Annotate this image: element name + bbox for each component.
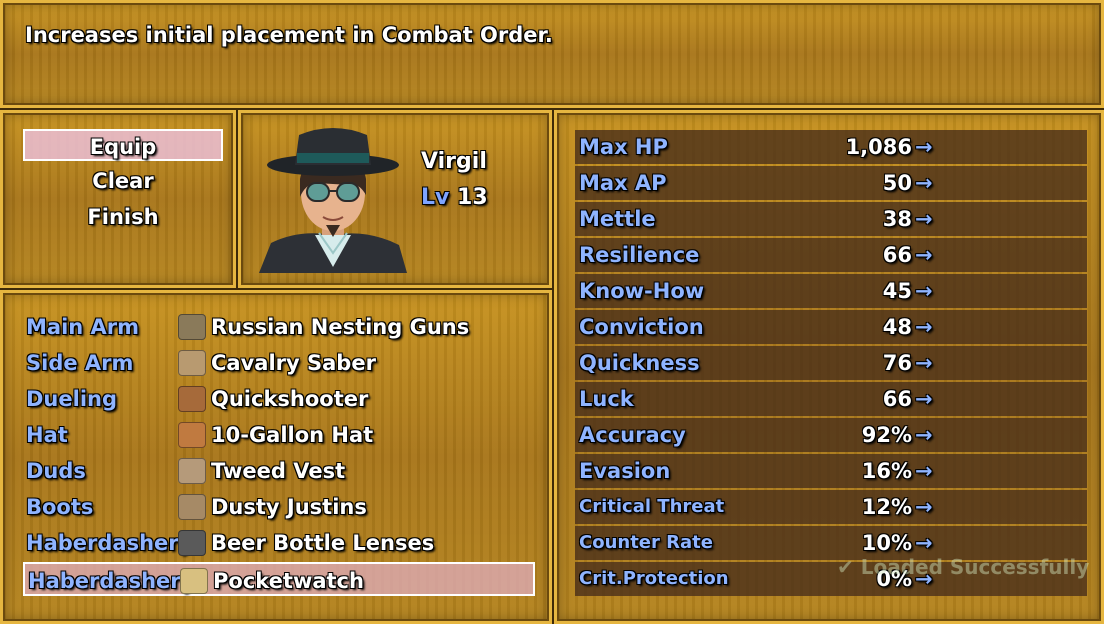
stat-row: Quickness 76 → <box>575 346 1087 380</box>
stat-label: Crit.Protection <box>579 568 729 589</box>
arrow-right-icon: → <box>915 243 933 267</box>
equip-slot-row[interactable]: Hat 10-Gallon Hat <box>23 418 535 452</box>
item-name: Cavalry Saber <box>211 351 376 375</box>
actor-name: Virgil <box>421 149 487 174</box>
actor-level: Lv 13 <box>421 185 488 210</box>
stat-row: Max HP 1,086 → <box>575 130 1087 164</box>
stat-row: Know-How 45 → <box>575 274 1087 308</box>
arrow-right-icon: → <box>915 495 933 519</box>
equip-command[interactable]: Equip <box>23 129 223 161</box>
arrow-right-icon: → <box>915 459 933 483</box>
slot-label: Main Arm <box>26 315 140 339</box>
slot-label: Duds <box>26 459 86 483</box>
glasses-icon <box>178 530 206 556</box>
item-name: Pocketwatch <box>213 569 364 593</box>
stat-label: Evasion <box>579 459 671 483</box>
stat-row: Mettle 38 → <box>575 202 1087 236</box>
stat-label: Counter Rate <box>579 532 713 553</box>
slot-label: Hat <box>26 423 68 447</box>
item-name: Tweed Vest <box>211 459 346 483</box>
stat-label: Quickness <box>579 351 700 375</box>
stat-value: 92% <box>861 423 912 447</box>
stat-row: Critical Threat 12% → <box>575 490 1087 524</box>
stat-value: 66 <box>882 387 912 411</box>
arrow-right-icon: → <box>915 171 933 195</box>
stat-value: 16% <box>861 459 912 483</box>
item-name: Quickshooter <box>211 387 369 411</box>
arrow-right-icon: → <box>915 315 933 339</box>
stat-row: Accuracy 92% → <box>575 418 1087 452</box>
equipment-slot-window: Main Arm Russian Nesting Guns Side Arm Cav… <box>0 290 552 624</box>
stat-row: Resilience 66 → <box>575 238 1087 272</box>
help-window: Increases initial placement in Combat Or… <box>0 0 1104 108</box>
arrow-right-icon: → <box>915 135 933 159</box>
actor-window: Virgil Lv 13 <box>238 110 552 288</box>
slot-label: Haberdashery <box>26 531 193 555</box>
item-name: 10-Gallon Hat <box>211 423 374 447</box>
equip-slot-row[interactable]: Haberdashery Beer Bottle Lenses <box>23 526 535 560</box>
slot-label: Boots <box>26 495 94 519</box>
pocketwatch-icon <box>180 568 208 594</box>
equip-slot-row[interactable]: Main Arm Russian Nesting Guns <box>23 310 535 344</box>
level-label: Lv <box>421 185 450 210</box>
arrow-right-icon: → <box>915 279 933 303</box>
vest-icon <box>178 458 206 484</box>
stat-row: Conviction 48 → <box>575 310 1087 344</box>
stat-label: Luck <box>579 387 634 411</box>
stat-value: 76 <box>882 351 912 375</box>
boots-icon <box>178 494 206 520</box>
slot-label: Haberdashery <box>28 569 195 593</box>
slot-label: Side Arm <box>26 351 134 375</box>
arrow-right-icon: → <box>915 207 933 231</box>
stat-value: 45 <box>882 279 912 303</box>
stat-value: 12% <box>861 495 912 519</box>
level-value: 13 <box>457 185 488 210</box>
status-window: Max HP 1,086 → Max AP 50 → Mettle 38 → Resilie… <box>554 110 1104 624</box>
equip-slot-row[interactable]: Side Arm Cavalry Saber <box>23 346 535 380</box>
stat-label: Mettle <box>579 207 656 231</box>
equip-slot-row[interactable]: Boots Dusty Justins <box>23 490 535 524</box>
stat-row: Luck 66 → <box>575 382 1087 416</box>
equip-slot-row[interactable]: Dueling Quickshooter <box>23 382 535 416</box>
stat-value: 50 <box>882 171 912 195</box>
equip-slot-row-selected[interactable]: Haberdashery Pocketwatch <box>23 562 535 596</box>
command-window: Equip Clear Finish <box>0 110 236 288</box>
stat-value: 1,086 <box>845 135 912 159</box>
finish-command[interactable]: Finish <box>23 201 223 233</box>
item-name: Dusty Justins <box>211 495 367 519</box>
saber-icon <box>178 350 206 376</box>
item-name: Beer Bottle Lenses <box>211 531 435 555</box>
stat-label: Conviction <box>579 315 704 339</box>
stat-label: Max AP <box>579 171 667 195</box>
stat-row: Evasion 16% → <box>575 454 1087 488</box>
stat-row: Max AP 50 → <box>575 166 1087 200</box>
stat-value: 66 <box>882 243 912 267</box>
hat-icon <box>178 422 206 448</box>
help-text: Increases initial placement in Combat Or… <box>25 23 553 47</box>
stat-label: Max HP <box>579 135 668 159</box>
virgil-portrait <box>259 128 407 273</box>
equip-slot-row[interactable]: Duds Tweed Vest <box>23 454 535 488</box>
slot-label: Dueling <box>26 387 118 411</box>
stat-label: Resilience <box>579 243 700 267</box>
stat-value: 48 <box>882 315 912 339</box>
arrow-right-icon: → <box>915 351 933 375</box>
loaded-toast: ✔ Loaded Successfully <box>837 555 1090 579</box>
arrow-right-icon: → <box>915 423 933 447</box>
item-name: Russian Nesting Guns <box>211 315 470 339</box>
stat-label: Know-How <box>579 279 705 303</box>
pistol-icon <box>178 314 206 340</box>
arrow-right-icon: → <box>915 387 933 411</box>
stat-value: 38 <box>882 207 912 231</box>
clear-command[interactable]: Clear <box>23 165 223 197</box>
stat-label: Critical Threat <box>579 496 725 517</box>
stat-label: Accuracy <box>579 423 686 447</box>
revolver-icon <box>178 386 206 412</box>
